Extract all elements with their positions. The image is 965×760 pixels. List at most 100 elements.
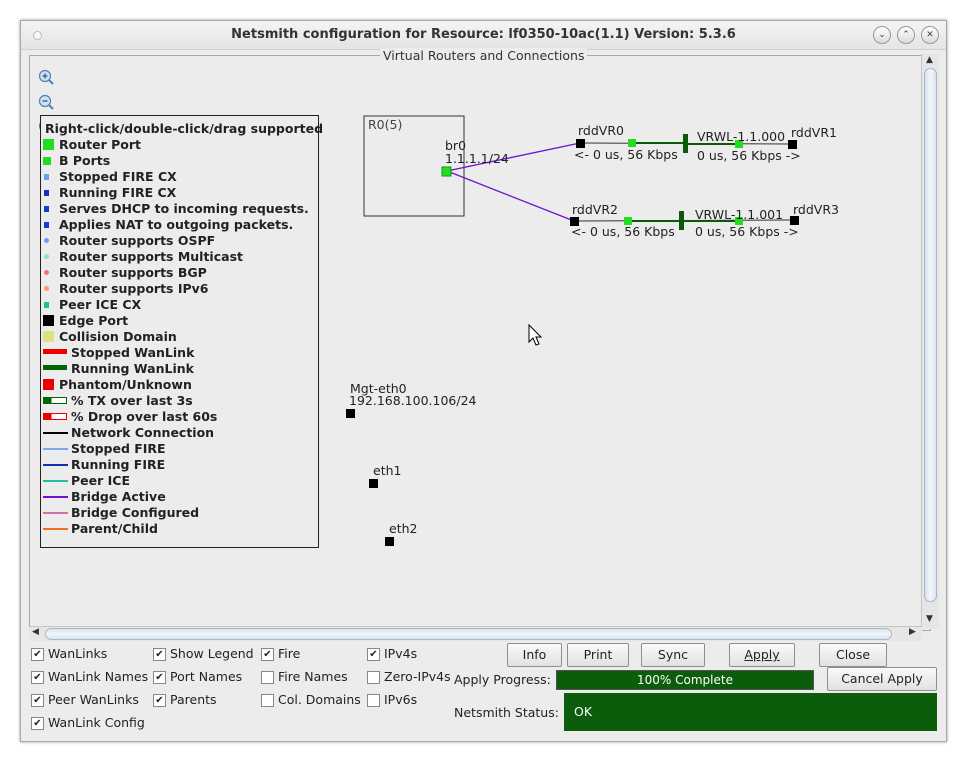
- legend-swatch-icon: [43, 331, 54, 342]
- legend-item: Running WanLink: [41, 361, 311, 377]
- legend-label: Bridge Configured: [71, 505, 200, 520]
- apply-progress-text: 100% Complete: [637, 673, 733, 687]
- scroll-right-icon[interactable]: ▶: [909, 627, 916, 637]
- legend-item: Running FIRE: [41, 457, 311, 473]
- legend-label: Applies NAT to outgoing packets.: [59, 217, 294, 232]
- legend-label: Peer ICE CX: [59, 297, 142, 312]
- legend-item: Router Port: [41, 137, 311, 153]
- sync-button[interactable]: Sync: [641, 643, 705, 667]
- legend-swatch-icon: [43, 432, 68, 434]
- legend-item: Network Connection: [41, 425, 311, 441]
- checkmark-icon[interactable]: ✔: [153, 648, 166, 661]
- checkbox-label: Peer WanLinks: [48, 692, 139, 707]
- checkmark-icon[interactable]: ✔: [31, 694, 44, 707]
- legend-item: Edge Port: [41, 313, 311, 329]
- legend-swatch-icon: [43, 315, 54, 326]
- port-label: rddVR1: [791, 125, 837, 140]
- checkbox-empty-icon[interactable]: [261, 671, 274, 684]
- horizontal-scroll-thumb[interactable]: [45, 628, 892, 640]
- legend-swatch-icon: [43, 496, 68, 498]
- legend-label: Phantom/Unknown: [59, 377, 192, 392]
- checkbox-label: WanLink Config: [48, 715, 145, 730]
- legend-label: Router supports IPv6: [59, 281, 209, 296]
- edge-port-eth2[interactable]: [385, 537, 394, 546]
- checkbox-label: Zero-IPv4s: [384, 669, 451, 684]
- legend-swatch-icon: [43, 413, 67, 420]
- edge-port-ip: 192.168.100.106/24: [349, 393, 477, 408]
- legend-item: B Ports: [41, 153, 311, 169]
- checkmark-icon[interactable]: ✔: [31, 717, 44, 730]
- checkbox-empty-icon[interactable]: [261, 694, 274, 707]
- legend-item: Running FIRE CX: [41, 185, 311, 201]
- legend-swatch-icon: [43, 464, 68, 466]
- scroll-down-icon[interactable]: ▼: [926, 614, 933, 624]
- checkmark-icon[interactable]: ✔: [153, 671, 166, 684]
- scroll-left-icon[interactable]: ◀: [32, 627, 39, 637]
- legend-label: Stopped FIRE: [71, 441, 166, 456]
- close-window-button[interactable]: ✕: [921, 26, 939, 44]
- legend-item: Router supports OSPF: [41, 233, 311, 249]
- minimize-button[interactable]: ⌄: [873, 26, 891, 44]
- legend-item: Collision Domain: [41, 329, 311, 345]
- checkbox-empty-icon[interactable]: [367, 671, 380, 684]
- checkmark-icon[interactable]: ✔: [367, 648, 380, 661]
- checkbox-empty-icon[interactable]: [367, 694, 380, 707]
- legend-item: Stopped FIRE CX: [41, 169, 311, 185]
- legend-label: Router Port: [59, 137, 141, 152]
- checkbox-label: Show Legend: [170, 646, 254, 661]
- netsmith-window: Netsmith configuration for Resource: lf0…: [20, 20, 947, 742]
- b-port[interactable]: [628, 139, 636, 147]
- legend-label: Running FIRE CX: [59, 185, 177, 200]
- apply-button[interactable]: Apply: [729, 643, 795, 667]
- legend-swatch-icon: [44, 222, 49, 228]
- legend-item: Phantom/Unknown: [41, 377, 311, 393]
- edge-port-name: eth1: [373, 463, 402, 478]
- legend-label: Collision Domain: [59, 329, 177, 344]
- checkbox-label: Fire Names: [278, 669, 348, 684]
- checkmark-icon[interactable]: ✔: [31, 671, 44, 684]
- checkbox-label: Port Names: [170, 669, 243, 684]
- maximize-button[interactable]: ⌃: [897, 26, 915, 44]
- checkmark-icon[interactable]: ✔: [261, 648, 274, 661]
- vertical-scroll-thumb[interactable]: [924, 68, 937, 602]
- close-icon: ✕: [926, 30, 934, 40]
- cancel-apply-button[interactable]: Cancel Apply: [827, 667, 937, 691]
- legend-item: Peer ICE: [41, 473, 311, 489]
- edge-port-mgt-eth0[interactable]: [346, 409, 355, 418]
- legend-swatch-icon: [43, 448, 68, 450]
- legend-label: Stopped WanLink: [71, 345, 195, 360]
- legend-swatch-icon: [44, 190, 49, 196]
- window-title: Netsmith configuration for Resource: lf0…: [231, 27, 736, 42]
- wanlink-label: VRWL-1.1.001: [695, 207, 784, 222]
- legend-label: % TX over last 3s: [71, 393, 193, 408]
- bridge-connection[interactable]: [446, 170, 575, 222]
- title-bar[interactable]: Netsmith configuration for Resource: lf0…: [21, 21, 946, 50]
- info-button[interactable]: Info: [507, 643, 562, 667]
- checkmark-icon[interactable]: ✔: [153, 694, 166, 707]
- print-button[interactable]: Print: [567, 643, 629, 667]
- legend-label: Stopped FIRE CX: [59, 169, 177, 184]
- legend-label: Router supports BGP: [59, 265, 207, 280]
- apply-progress-bar: 100% Complete: [556, 670, 814, 690]
- wanlink-vrwl-1-1-000[interactable]: [683, 134, 688, 153]
- close-button[interactable]: Close: [819, 643, 887, 667]
- legend-swatch-icon: [44, 302, 49, 308]
- chevron-up-icon: ⌃: [902, 30, 910, 40]
- legend-swatch-icon: [43, 349, 67, 354]
- legend-item: Parent/Child: [41, 521, 311, 537]
- legend-item: % Drop over last 60s: [41, 409, 311, 425]
- link-stats: 0 us, 56 Kbps ->: [697, 148, 801, 163]
- horizontal-scrollbar[interactable]: ◀ ▶: [29, 626, 922, 641]
- scroll-up-icon[interactable]: ▲: [926, 55, 933, 65]
- legend-swatch-icon: [43, 157, 51, 165]
- checkbox-label: Fire: [278, 646, 301, 661]
- vertical-scrollbar[interactable]: ▲ ▼: [921, 54, 939, 629]
- checkbox-label: Parents: [170, 692, 217, 707]
- bridge-port[interactable]: [441, 166, 452, 177]
- legend-swatch-icon: [44, 254, 49, 259]
- edge-port-eth1[interactable]: [369, 479, 378, 488]
- checkmark-icon[interactable]: ✔: [31, 648, 44, 661]
- checkbox-label: IPv4s: [384, 646, 418, 661]
- wanlink-vrwl-1-1-001[interactable]: [679, 211, 684, 230]
- legend-swatch-icon: [44, 174, 49, 180]
